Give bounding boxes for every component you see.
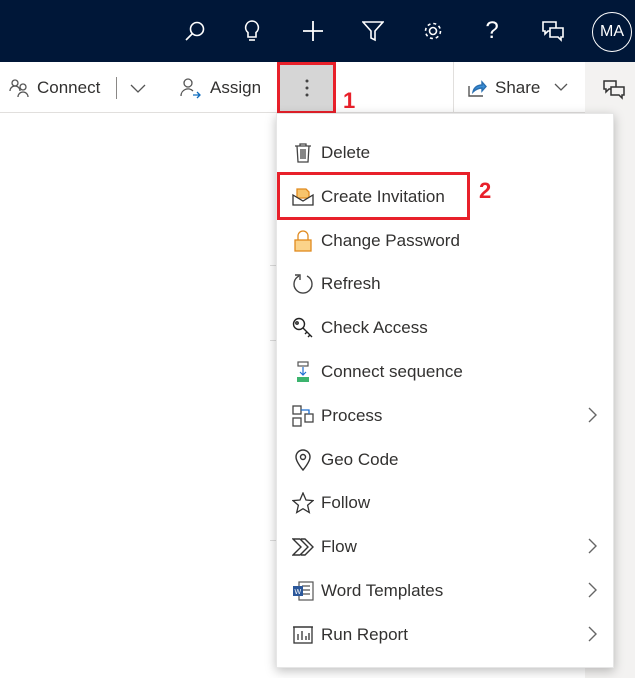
chat-icon[interactable]	[538, 16, 568, 46]
filter-icon[interactable]	[358, 16, 388, 46]
word-icon: W	[290, 581, 316, 601]
chevron-down-icon	[130, 84, 146, 93]
chevron-right-icon	[587, 582, 597, 603]
menu-item-word-templates[interactable]: W Word Templates	[277, 569, 613, 613]
lock-icon	[290, 230, 316, 252]
share-icon	[468, 79, 487, 97]
location-pin-icon	[290, 448, 316, 471]
svg-text:W: W	[295, 589, 302, 596]
menu-item-label: Connect sequence	[321, 362, 463, 381]
flow-icon	[290, 538, 316, 556]
avatar[interactable]: MA	[592, 12, 632, 52]
menu-item-geo-code[interactable]: Geo Code	[277, 438, 613, 482]
menu-item-follow[interactable]: Follow	[277, 481, 613, 525]
divider	[453, 62, 454, 113]
menu-item-run-report[interactable]: Run Report	[277, 613, 613, 657]
sequence-icon	[290, 361, 316, 383]
connect-label: Connect	[37, 77, 101, 97]
connect-button[interactable]: Connect	[9, 62, 100, 113]
process-icon	[290, 405, 316, 427]
menu-item-change-password[interactable]: Change Password	[277, 219, 613, 263]
assign-icon	[180, 77, 201, 98]
refresh-icon	[290, 273, 316, 295]
menu-item-label: Check Access	[321, 318, 428, 338]
menu-item-refresh[interactable]: Refresh	[277, 262, 613, 306]
highlight-box-step1	[277, 62, 336, 114]
chevron-right-icon	[587, 407, 597, 428]
menu-item-delete[interactable]: Delete	[277, 131, 613, 175]
menu-item-flow[interactable]: Flow	[277, 525, 613, 569]
highlight-box-step2	[277, 172, 470, 220]
menu-item-label: Delete	[321, 143, 371, 162]
assign-button[interactable]: Assign	[180, 62, 261, 113]
top-navigation-bar: ? MA	[0, 0, 635, 62]
chevron-right-icon	[587, 626, 597, 647]
lightbulb-icon[interactable]	[237, 16, 267, 46]
chat-icon[interactable]	[603, 80, 625, 105]
share-label: Share	[495, 77, 541, 97]
menu-item-label: Word Templates	[321, 581, 444, 600]
divider	[116, 77, 117, 99]
menu-item-label: Follow	[321, 493, 371, 513]
share-button[interactable]: Share	[467, 62, 568, 113]
menu-item-label: Refresh	[321, 274, 381, 294]
step-number-1: 1	[343, 88, 356, 113]
trash-icon	[290, 143, 316, 163]
star-icon	[290, 492, 316, 515]
help-icon[interactable]: ?	[477, 16, 507, 46]
gear-icon[interactable]	[418, 16, 448, 46]
step-number-2: 2	[479, 178, 492, 203]
assign-label: Assign	[210, 77, 262, 97]
menu-item-check-access[interactable]: Check Access	[277, 306, 613, 350]
connect-icon	[9, 78, 29, 97]
report-icon	[290, 625, 316, 645]
menu-item-label: Geo Code	[321, 449, 399, 469]
chevron-right-icon	[587, 538, 597, 559]
menu-item-label: Change Password	[321, 230, 460, 250]
menu-item-connect-sequence[interactable]: Connect sequence	[277, 350, 613, 394]
key-icon	[290, 317, 316, 339]
menu-item-label: Run Report	[321, 624, 408, 644]
connect-dropdown-button[interactable]	[130, 62, 146, 113]
chevron-down-icon	[554, 83, 568, 91]
search-icon[interactable]	[180, 16, 210, 46]
menu-item-label: Process	[321, 405, 383, 425]
menu-item-process[interactable]: Process	[277, 394, 613, 438]
menu-item-label: Flow	[321, 537, 357, 557]
plus-icon[interactable]	[298, 16, 328, 46]
